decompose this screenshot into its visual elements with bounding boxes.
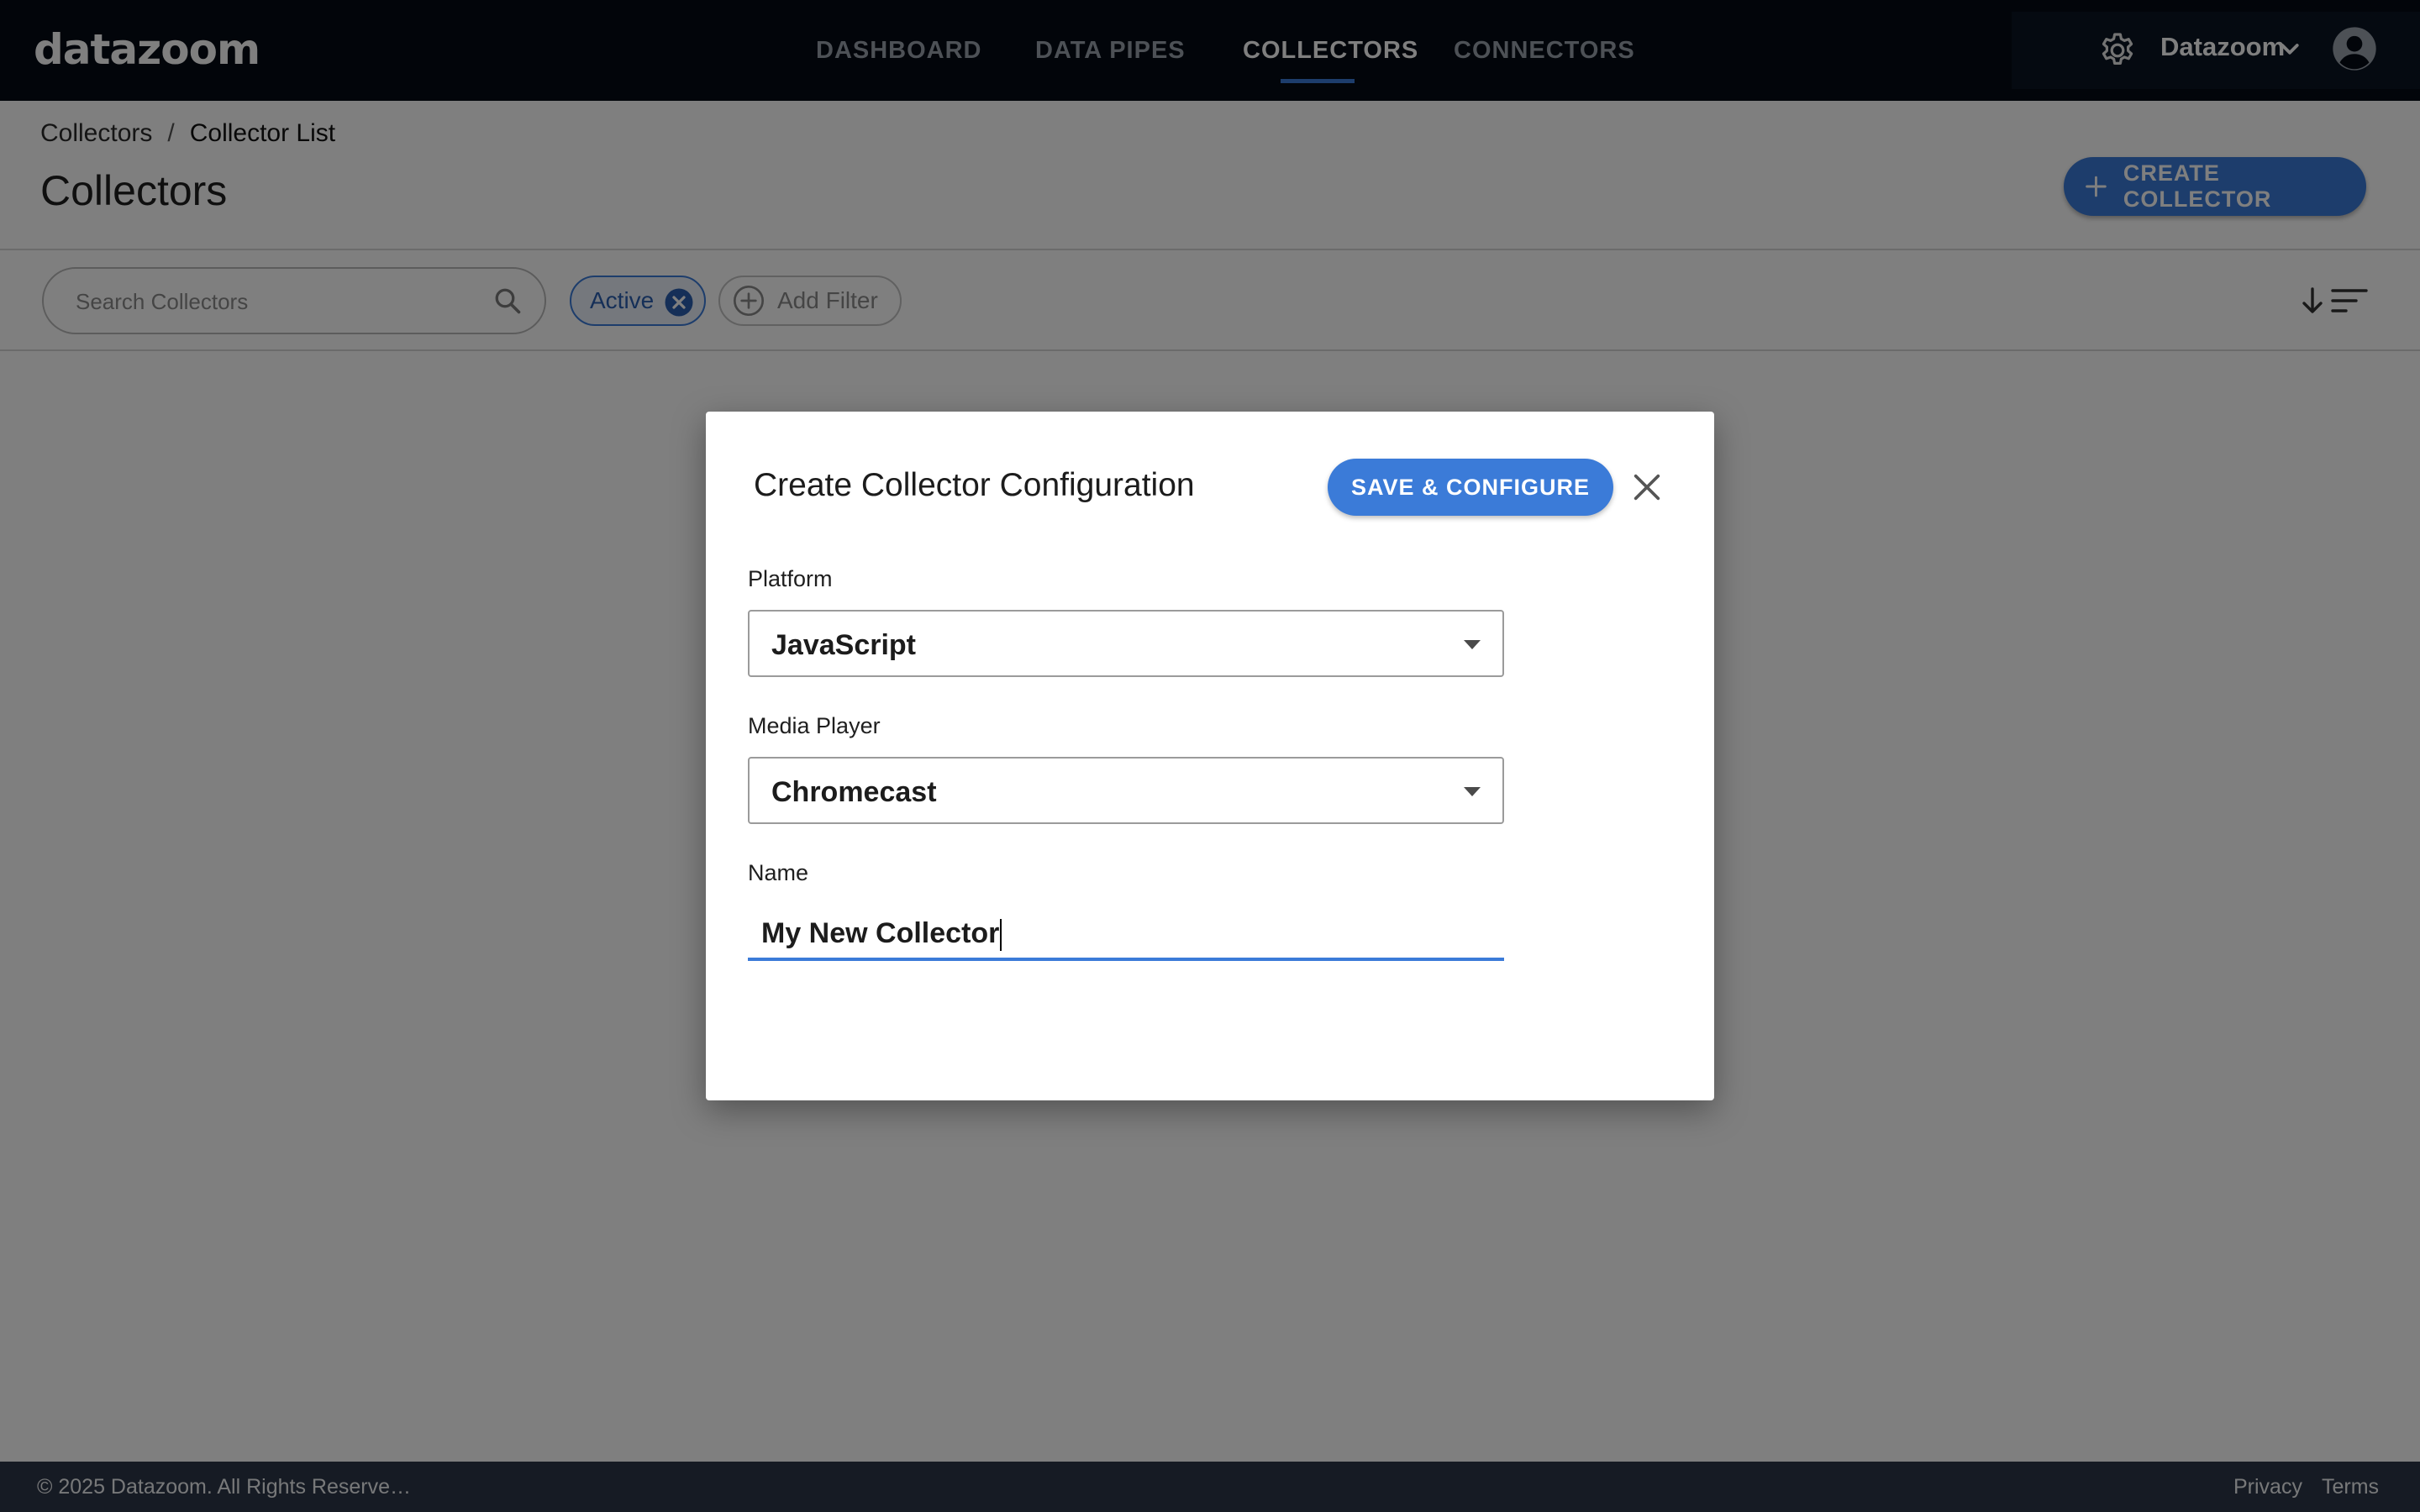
media-player-value: Chromecast (771, 776, 937, 808)
media-player-label: Media Player (748, 713, 881, 738)
save-configure-button[interactable]: SAVE & CONFIGURE (1328, 459, 1613, 516)
dialog-title: Create Collector Configuration (754, 467, 1195, 503)
dropdown-arrow-icon (1464, 640, 1481, 649)
text-caret (1000, 919, 1002, 952)
close-icon[interactable] (1630, 470, 1664, 504)
create-collector-dialog: Create Collector Configuration SAVE & CO… (706, 412, 1714, 1100)
name-input-value: My New Collector (761, 917, 1002, 952)
name-input-text: My New Collector (761, 917, 1000, 949)
name-input[interactable]: My New Collector (748, 909, 1504, 961)
dropdown-arrow-icon (1464, 787, 1481, 796)
platform-label: Platform (748, 566, 833, 591)
platform-select[interactable]: JavaScript (748, 610, 1504, 677)
name-label: Name (748, 860, 809, 885)
platform-value: JavaScript (771, 629, 916, 661)
media-player-select[interactable]: Chromecast (748, 757, 1504, 824)
